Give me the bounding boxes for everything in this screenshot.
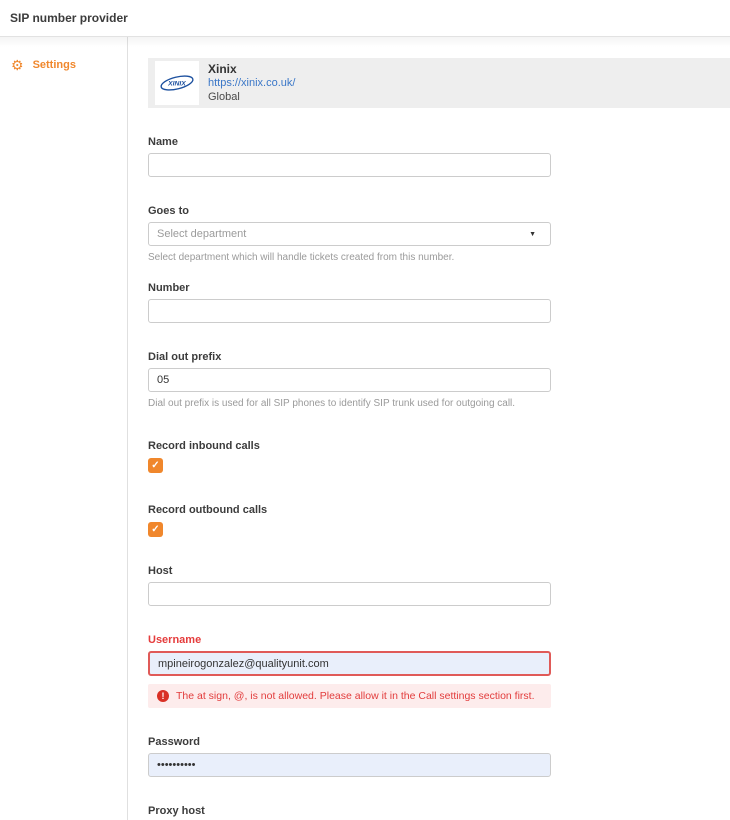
number-label: Number <box>148 282 551 294</box>
password-group: Password <box>148 736 551 777</box>
chevron-down-icon: ▼ <box>529 231 536 238</box>
goes-to-label: Goes to <box>148 205 551 217</box>
name-label: Name <box>148 136 551 148</box>
provider-url-link[interactable]: https://xinix.co.uk/ <box>208 76 295 90</box>
department-select-placeholder: Select department <box>157 228 246 240</box>
xinix-logo: XINIX <box>155 61 199 105</box>
page-header: SIP number provider <box>0 0 730 37</box>
host-label: Host <box>148 565 551 577</box>
username-error-message: ! The at sign, @, is not allowed. Please… <box>148 684 551 708</box>
record-outbound-group: Record outbound calls ✓ <box>148 504 551 537</box>
record-inbound-group: Record inbound calls ✓ <box>148 440 551 473</box>
username-input[interactable] <box>148 651 551 676</box>
host-group: Host <box>148 565 551 606</box>
provider-card: XINIX Xinix https://xinix.co.uk/ Global <box>148 58 730 108</box>
record-inbound-checkbox[interactable]: ✓ <box>148 458 163 473</box>
proxy-host-label: Proxy host <box>148 805 551 817</box>
record-inbound-label: Record inbound calls <box>148 440 551 452</box>
content-panel: XINIX Xinix https://xinix.co.uk/ Global … <box>128 37 730 820</box>
page-title: SIP number provider <box>10 11 128 25</box>
gear-icon: ⚙ <box>11 58 24 72</box>
svg-text:XINIX: XINIX <box>167 81 186 88</box>
username-label: Username <box>148 634 551 646</box>
error-exclamation-icon: ! <box>157 690 169 702</box>
record-outbound-label: Record outbound calls <box>148 504 551 516</box>
password-label: Password <box>148 736 551 748</box>
sidebar-item-label: Settings <box>33 59 76 71</box>
record-outbound-checkbox[interactable]: ✓ <box>148 522 163 537</box>
dial-out-prefix-group: Dial out prefix Dial out prefix is used … <box>148 351 551 409</box>
goes-to-helper-text: Select department which will handle tick… <box>148 252 551 263</box>
dial-out-prefix-helper-text: Dial out prefix is used for all SIP phon… <box>148 398 551 409</box>
dial-out-prefix-input[interactable] <box>148 368 551 392</box>
provider-scope: Global <box>208 90 295 104</box>
proxy-host-group: Proxy host ▼ <box>148 805 551 820</box>
username-group: Username ! The at sign, @, is not allowe… <box>148 634 551 708</box>
username-error-text: The at sign, @, is not allowed. Please a… <box>176 690 535 702</box>
number-input[interactable] <box>148 299 551 323</box>
number-group: Number <box>148 282 551 323</box>
goes-to-group: Goes to Select department ▼ Select depar… <box>148 205 551 263</box>
name-input[interactable] <box>148 153 551 177</box>
sidebar: ⚙ Settings <box>0 37 128 820</box>
host-input[interactable] <box>148 582 551 606</box>
sip-provider-form: Name Goes to Select department ▼ Select … <box>148 136 551 820</box>
check-icon: ✓ <box>151 525 159 535</box>
check-icon: ✓ <box>151 461 159 471</box>
dial-out-prefix-label: Dial out prefix <box>148 351 551 363</box>
department-select[interactable]: Select department ▼ <box>148 222 551 246</box>
provider-name: Xinix <box>208 62 295 76</box>
password-input[interactable] <box>148 753 551 777</box>
name-group: Name <box>148 136 551 177</box>
sidebar-item-settings[interactable]: ⚙ Settings <box>0 58 127 72</box>
